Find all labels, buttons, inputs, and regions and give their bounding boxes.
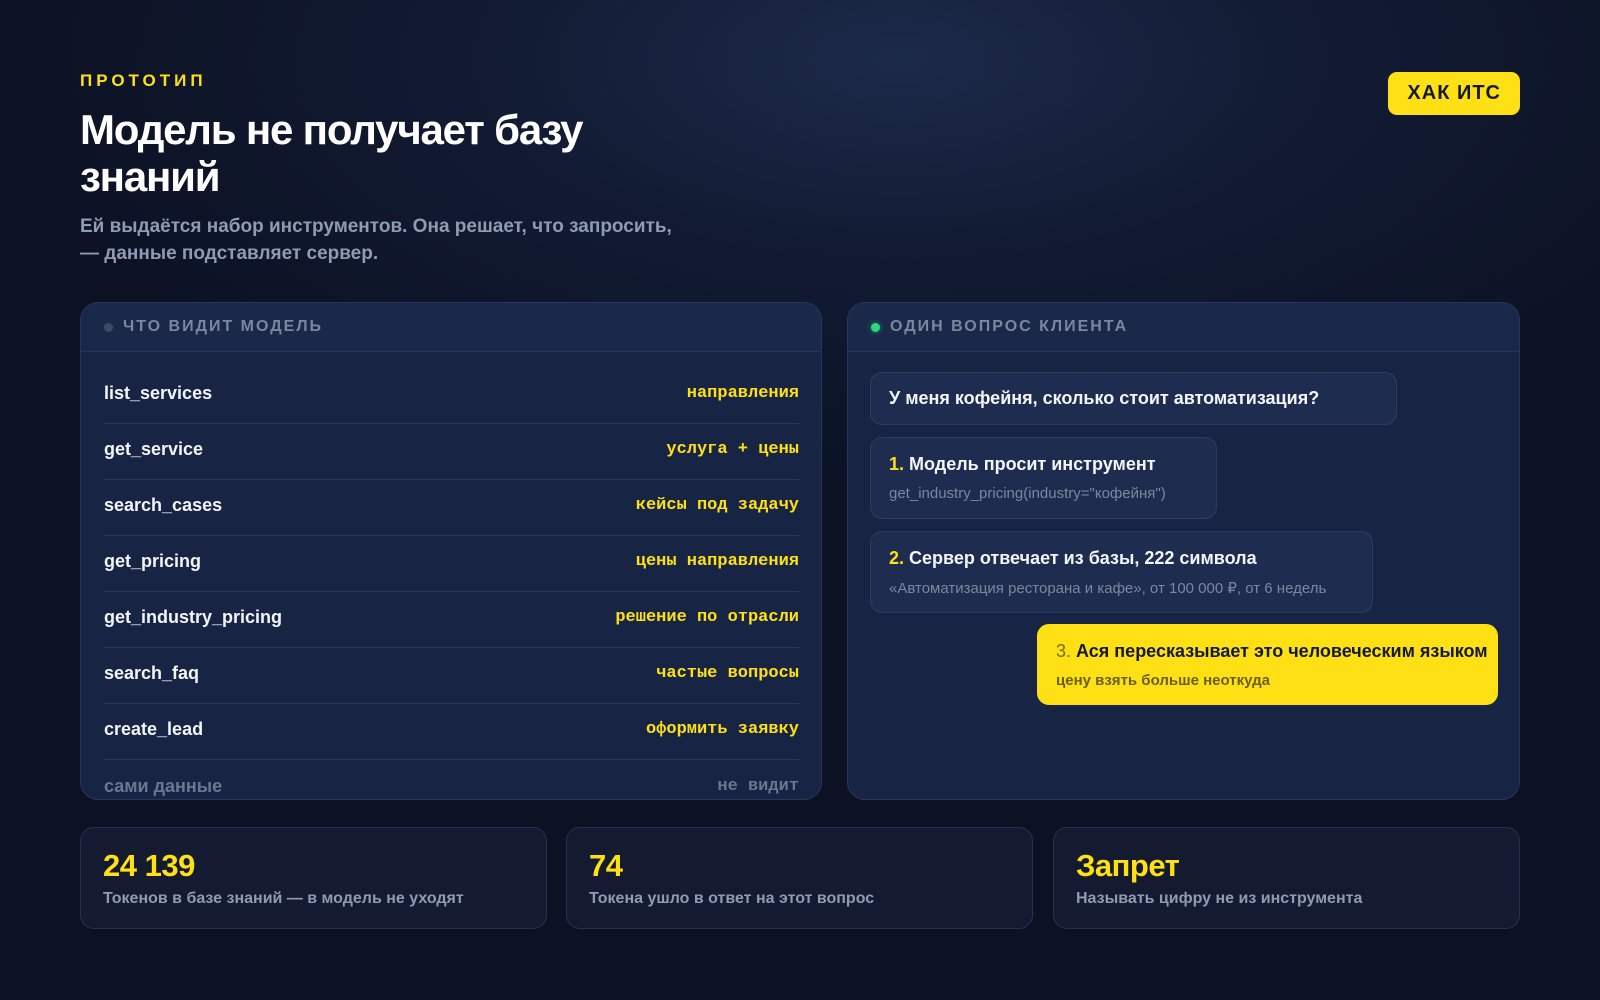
tool-name: сами данные [104, 775, 223, 796]
tool-description: цены направления [635, 552, 799, 571]
step-number: 2. [889, 548, 905, 568]
tool-description: направления [686, 384, 799, 403]
tool-name: search_faq [104, 663, 200, 683]
step-title: 3. Ася пересказывает это человеческим яз… [1056, 641, 1488, 662]
tool-description: не видит [717, 776, 799, 796]
tools-panel-title: ЧТО ВИДИТ МОДЕЛЬ [123, 318, 324, 335]
stat-value: 74 [589, 848, 623, 883]
tool-name: list_services [104, 383, 213, 403]
step-title-text: Сервер отвечает из базы, 222 символа [909, 548, 1257, 568]
step-number: 1. [889, 454, 905, 474]
tool-row-get-pricing: get_pricing цены направления [104, 536, 799, 592]
step-title-text: Модель просит инструмент [909, 454, 1156, 474]
step-detail: «Автоматизация ресторана и кафе», от 100… [889, 580, 1327, 597]
tool-name: get_service [104, 439, 204, 459]
tool-name: get_industry_pricing [104, 607, 283, 627]
dialog-panel: ОДИН ВОПРОС КЛИЕНТА У меня кофейня, скол… [847, 302, 1520, 800]
step-number: 3. [1056, 641, 1072, 661]
stat-value: 24 139 [103, 848, 195, 883]
tool-name: create_lead [104, 719, 204, 739]
stat-label: Называть цифру не из инструмента [1076, 890, 1363, 907]
eyebrow-label: ПРОТОТИП [80, 71, 207, 90]
tool-row-list-services: list_services направления [104, 368, 799, 424]
live-status-dot-icon [871, 322, 880, 332]
tool-row-get-industry-pricing: get_industry_pricing решение по отрасли [104, 592, 799, 648]
client-question-bubble: У меня кофейня, сколько стоит автоматиза… [870, 372, 1397, 425]
stat-card-ban: Запрет Называть цифру не из инструмента [1053, 827, 1520, 929]
page-title: Модель не получает базу знаний [80, 106, 584, 200]
tool-row-search-cases: search_cases кейсы под задачу [104, 480, 799, 536]
step-bubble-1: 1. Модель просит инструмент get_industry… [870, 437, 1217, 519]
stat-value: Запрет [1076, 848, 1180, 883]
tool-description: кейсы под задачу [635, 496, 799, 515]
dialog-panel-title: ОДИН ВОПРОС КЛИЕНТА [890, 318, 1129, 335]
step-detail: get_industry_pricing(industry="кофейня") [889, 485, 1166, 502]
page-subtitle: Ей выдаётся набор инструментов. Она реша… [80, 216, 672, 264]
stat-label: Токенов в базе знаний — в модель не уход… [103, 890, 464, 907]
tool-row-create-lead: create_lead оформить заявку [104, 704, 799, 760]
tools-list: list_services направления get_service ус… [104, 368, 799, 799]
tool-row-raw-data: сами данные не видит [104, 760, 799, 799]
step-bubble-3: 3. Ася пересказывает это человеческим яз… [1037, 624, 1498, 705]
tool-row-get-service: get_service услуга + цены [104, 424, 799, 480]
step-bubble-2: 2. Сервер отвечает из базы, 222 символа … [870, 531, 1373, 613]
tool-row-search-faq: search_faq частые вопросы [104, 648, 799, 704]
brand-badge: ХАК ИТС [1388, 72, 1520, 115]
status-dot-icon [104, 322, 113, 332]
stat-card-tokens-base: 24 139 Токенов в базе знаний — в модель … [80, 827, 547, 929]
tool-description: оформить заявку [645, 720, 799, 739]
tool-name: search_cases [104, 495, 223, 515]
step-title: 2. Сервер отвечает из базы, 222 символа [889, 548, 1354, 569]
tool-name: get_pricing [104, 551, 202, 571]
tools-panel-header: ЧТО ВИДИТ МОДЕЛЬ [81, 303, 821, 352]
stat-card-tokens-answer: 74 Токена ушло в ответ на этот вопрос [566, 827, 1033, 929]
tools-panel: ЧТО ВИДИТ МОДЕЛЬ list_services направлен… [80, 302, 822, 800]
step-detail: цену взять больше неоткуда [1056, 672, 1270, 689]
dialog-panel-header: ОДИН ВОПРОС КЛИЕНТА [848, 303, 1519, 352]
step-title: 1. Модель просит инструмент [889, 454, 1198, 475]
stat-label: Токена ушло в ответ на этот вопрос [589, 890, 875, 907]
tool-description: частые вопросы [656, 664, 799, 683]
tool-description: услуга + цены [666, 440, 799, 459]
step-title-text: Ася пересказывает это человеческим языко… [1076, 641, 1488, 661]
tool-description: решение по отрасли [615, 608, 799, 627]
